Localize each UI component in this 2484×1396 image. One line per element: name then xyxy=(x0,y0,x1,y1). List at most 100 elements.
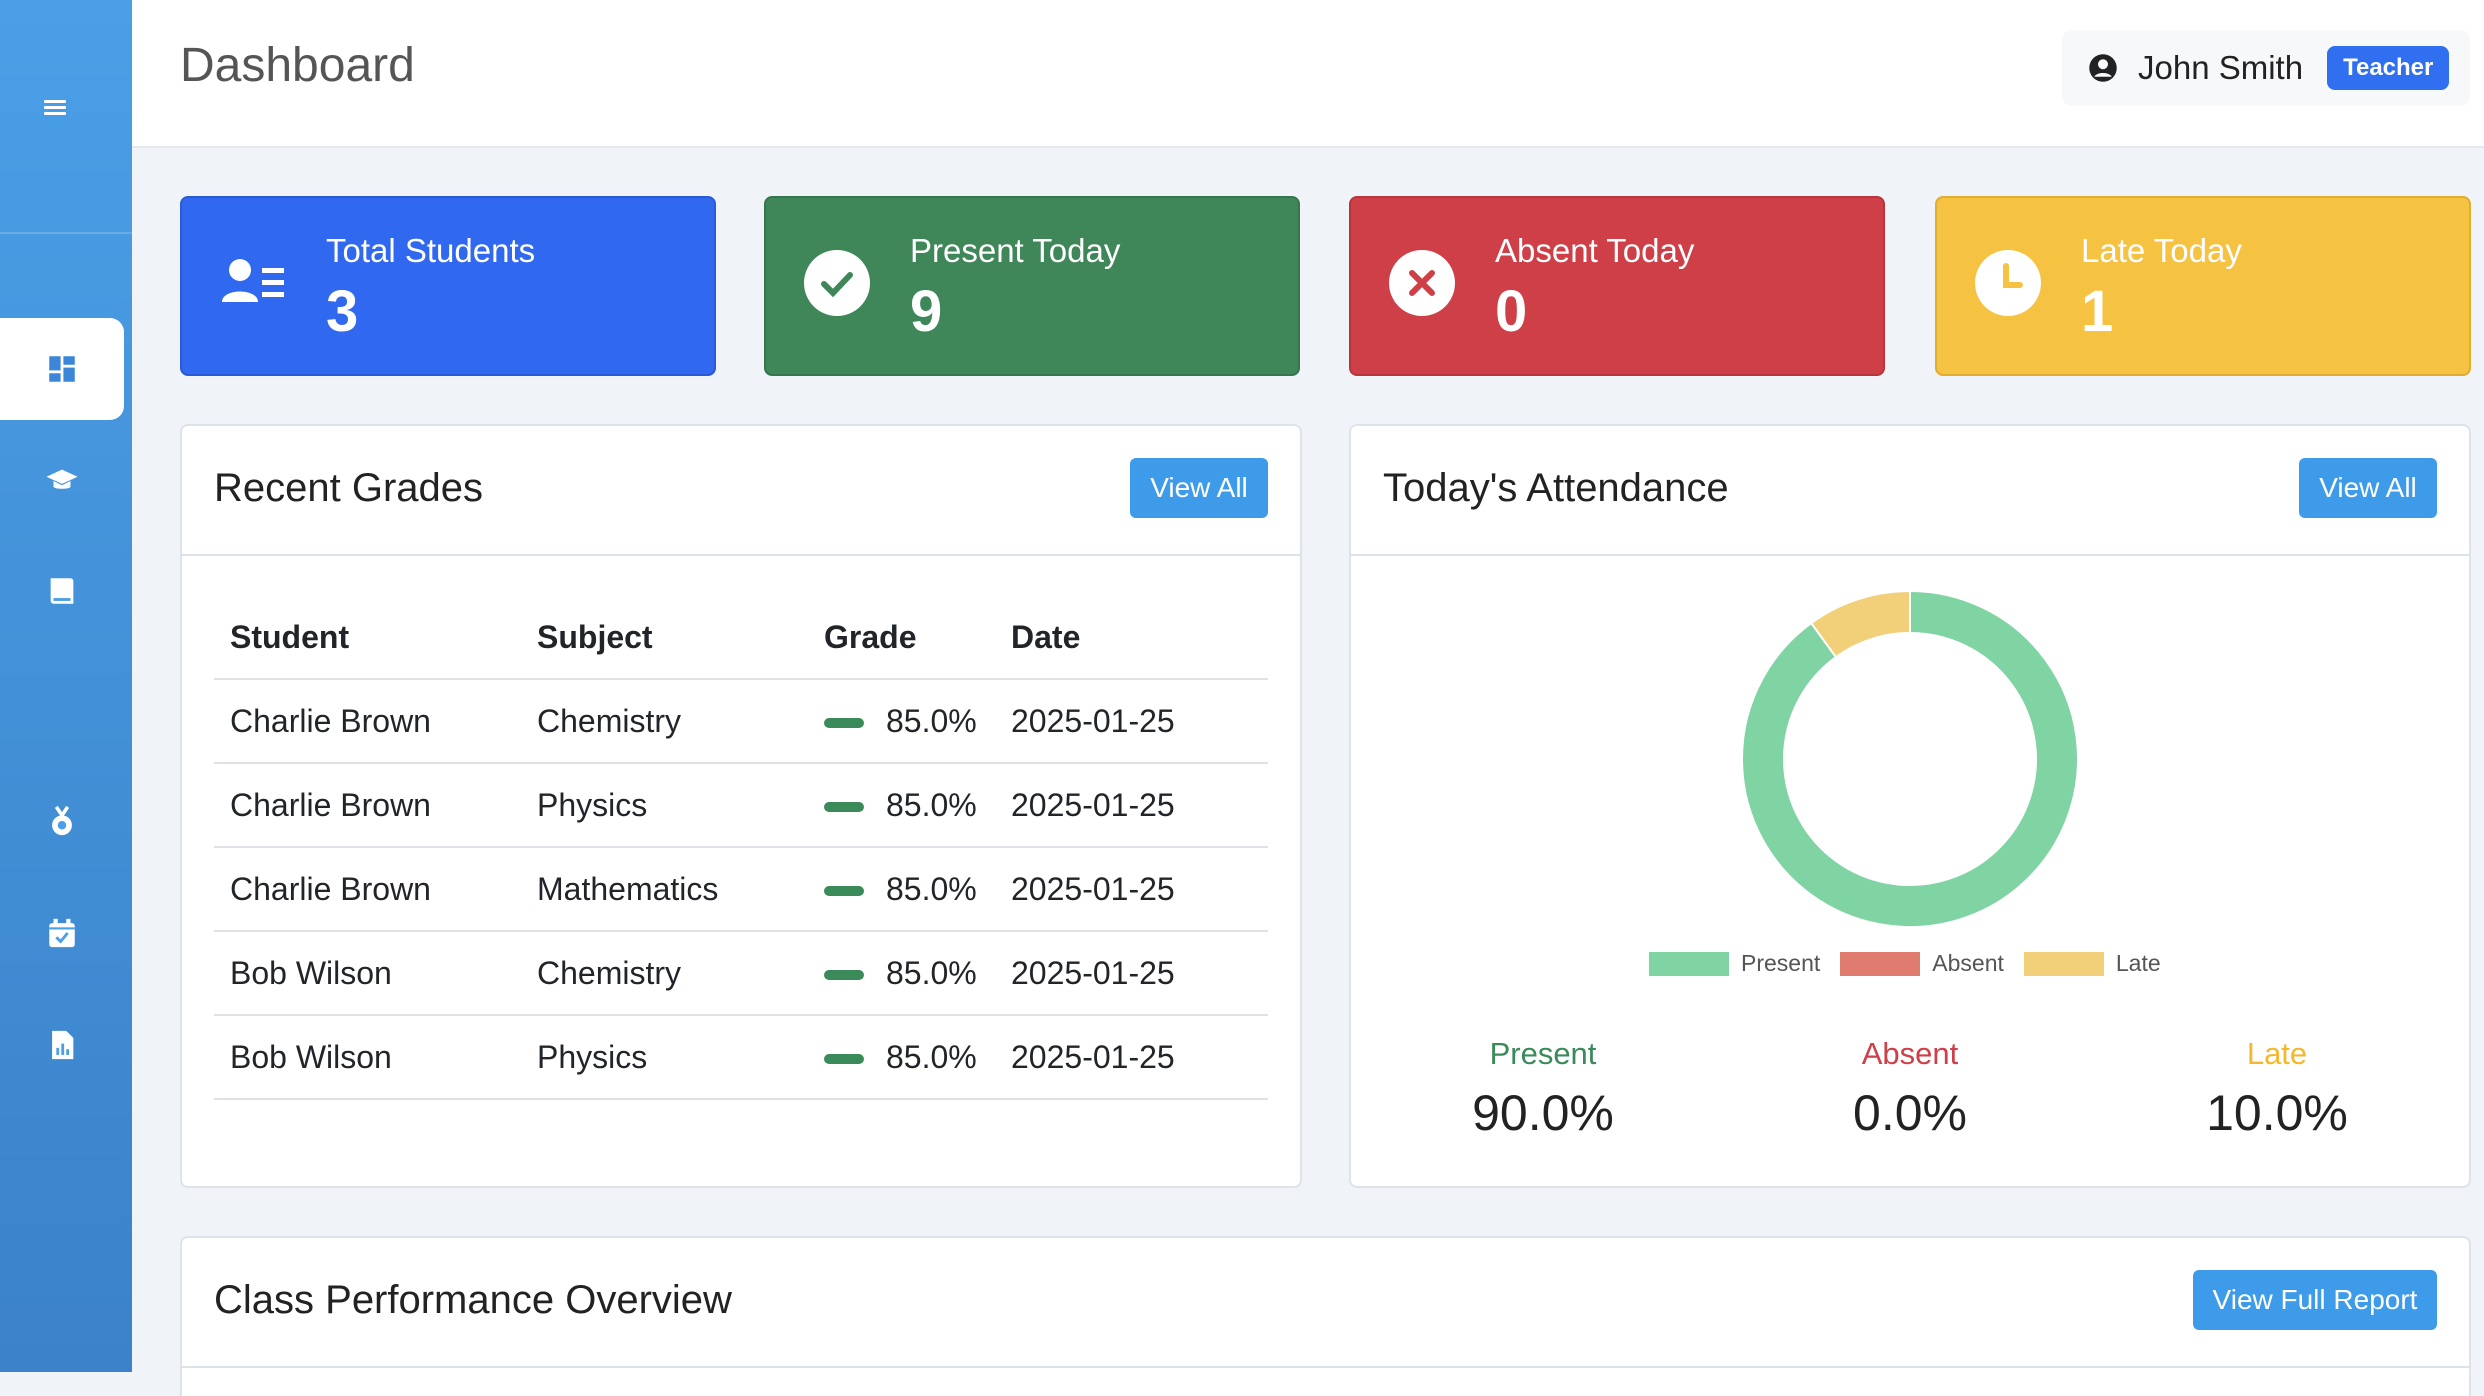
cell-grade: 85.0% xyxy=(808,847,995,932)
sidebar-top xyxy=(0,0,132,234)
role-badge: Teacher xyxy=(2327,46,2450,90)
cell-subject: Chemistry xyxy=(521,931,808,1016)
card-title: Class Performance Overview xyxy=(214,1278,732,1322)
cell-student: Bob Wilson xyxy=(214,931,521,1016)
view-all-grades-button[interactable]: View All xyxy=(1130,458,1268,518)
table-header-row: Student Subject Grade Date xyxy=(214,596,1268,680)
stat-label: Present Today xyxy=(910,232,1121,269)
view-all-attendance-button[interactable]: View All xyxy=(2299,458,2437,518)
user-name: John Smith xyxy=(2138,49,2304,86)
students-icon xyxy=(222,259,284,302)
graduation-cap-icon xyxy=(46,469,78,489)
sidebar-item-awards[interactable] xyxy=(0,770,124,872)
legend-item-late: Late xyxy=(2023,950,2161,977)
attendance-stat-value: 90.0% xyxy=(1472,1085,1614,1141)
stat-value: 9 xyxy=(910,279,943,344)
grade-value: 85.0% xyxy=(886,702,977,739)
card-header: Class Performance Overview View Full Rep… xyxy=(182,1238,2469,1368)
book-icon xyxy=(50,578,74,604)
user-menu[interactable]: John Smith Teacher xyxy=(2062,30,2470,106)
table-row: Charlie Brown Mathematics 85.0% 2025-01-… xyxy=(214,847,1268,932)
legend-label: Late xyxy=(2115,950,2161,976)
stat-label: Total Students xyxy=(326,232,536,269)
column-header: Date xyxy=(995,596,1268,680)
attendance-donut-chart xyxy=(1741,589,2079,928)
card-title: Recent Grades xyxy=(214,466,484,510)
sidebar-item-attendance[interactable] xyxy=(0,882,124,984)
cell-grade: 85.0% xyxy=(808,763,995,848)
stat-value: 0 xyxy=(1495,279,1528,344)
cell-subject: Mathematics xyxy=(521,847,808,932)
attendance-stat-late: Late 10.0% xyxy=(2127,1036,2427,1142)
check-circle-icon xyxy=(804,250,870,316)
cell-student: Charlie Brown xyxy=(214,847,521,932)
stat-card-late-today: Late Today 1 xyxy=(1935,196,2471,376)
grade-value: 85.0% xyxy=(886,870,977,907)
cell-grade: 85.0% xyxy=(808,679,995,764)
table-row: Charlie Brown Chemistry 85.0% 2025-01-25 xyxy=(214,679,1268,764)
view-full-report-button[interactable]: View Full Report xyxy=(2193,1270,2437,1330)
attendance-stat-present: Present 90.0% xyxy=(1393,1036,1693,1142)
cell-student: Bob Wilson xyxy=(214,1015,521,1100)
x-circle-icon xyxy=(1389,250,1455,316)
card-header: Recent Grades View All xyxy=(182,426,1300,556)
cell-student: Charlie Brown xyxy=(214,763,521,848)
table-row: Bob Wilson Physics 85.0% 2025-01-25 xyxy=(214,1015,1268,1100)
attendance-stat-value: 10.0% xyxy=(2206,1085,2348,1141)
table-row: Bob Wilson Chemistry 85.0% 2025-01-25 xyxy=(214,931,1268,1016)
clock-icon xyxy=(1975,250,2041,316)
grade-bar xyxy=(824,1054,864,1065)
cell-subject: Physics xyxy=(521,763,808,848)
cell-date: 2025-01-25 xyxy=(995,1015,1268,1100)
sidebar-item-dashboard[interactable] xyxy=(0,318,124,420)
grade-value: 85.0% xyxy=(886,954,977,991)
top-header: Dashboard John Smith Teacher xyxy=(132,0,2484,148)
sidebar-item-grades[interactable] xyxy=(0,430,124,532)
grade-value: 85.0% xyxy=(886,1038,977,1075)
recent-grades-card: Recent Grades View All Student Subject G… xyxy=(180,424,1302,1188)
cell-date: 2025-01-25 xyxy=(995,763,1268,848)
donut-slice-present[interactable] xyxy=(1741,589,2079,928)
table-row: Charlie Brown Physics 85.0% 2025-01-25 xyxy=(214,763,1268,848)
column-header: Student xyxy=(214,596,521,680)
column-header: Subject xyxy=(521,596,808,680)
stat-value: 1 xyxy=(2081,279,2114,344)
grade-bar xyxy=(824,886,864,897)
cell-grade: 85.0% xyxy=(808,931,995,1016)
chart-legend: Present Absent Late xyxy=(1649,950,2181,977)
card-title: Today's Attendance xyxy=(1383,466,1729,510)
stat-card-total-students: Total Students 3 xyxy=(180,196,716,376)
medal-icon xyxy=(52,805,72,836)
report-icon xyxy=(52,1030,74,1060)
legend-swatch xyxy=(2023,951,2104,976)
legend-label: Absent xyxy=(1932,950,2004,976)
sidebar-item-subjects[interactable] xyxy=(0,540,124,642)
grade-bar xyxy=(824,718,864,729)
legend-item-present: Present xyxy=(1649,950,1820,977)
legend-swatch xyxy=(1840,951,1921,976)
user-circle-icon xyxy=(2089,54,2117,82)
cell-student: Charlie Brown xyxy=(214,679,521,764)
cell-date: 2025-01-25 xyxy=(995,679,1268,764)
cell-grade: 85.0% xyxy=(808,1015,995,1100)
card-header: Today's Attendance View All xyxy=(1351,426,2469,556)
attendance-stat-value: 0.0% xyxy=(1853,1085,1967,1141)
menu-toggle-icon[interactable] xyxy=(44,100,66,115)
column-header: Grade xyxy=(808,596,995,680)
stat-card-present-today: Present Today 9 xyxy=(764,196,1300,376)
attendance-card: Today's Attendance View All Present Abse… xyxy=(1349,424,2471,1188)
attendance-stat-label: Absent xyxy=(1861,1036,1959,1071)
attendance-stat-absent: Absent 0.0% xyxy=(1760,1036,2060,1142)
stat-value: 3 xyxy=(326,279,359,344)
grades-table: Student Subject Grade Date Charlie Brown… xyxy=(214,596,1268,1100)
stat-label: Absent Today xyxy=(1495,232,1695,269)
grade-value: 85.0% xyxy=(886,786,977,823)
cell-subject: Physics xyxy=(521,1015,808,1100)
sidebar xyxy=(0,0,132,1372)
grade-bar xyxy=(824,970,864,981)
calendar-check-icon xyxy=(49,918,75,948)
sidebar-item-reports[interactable] xyxy=(0,994,124,1096)
legend-item-absent: Absent xyxy=(1840,950,2004,977)
page-title: Dashboard xyxy=(180,39,415,92)
cell-date: 2025-01-25 xyxy=(995,931,1268,1016)
